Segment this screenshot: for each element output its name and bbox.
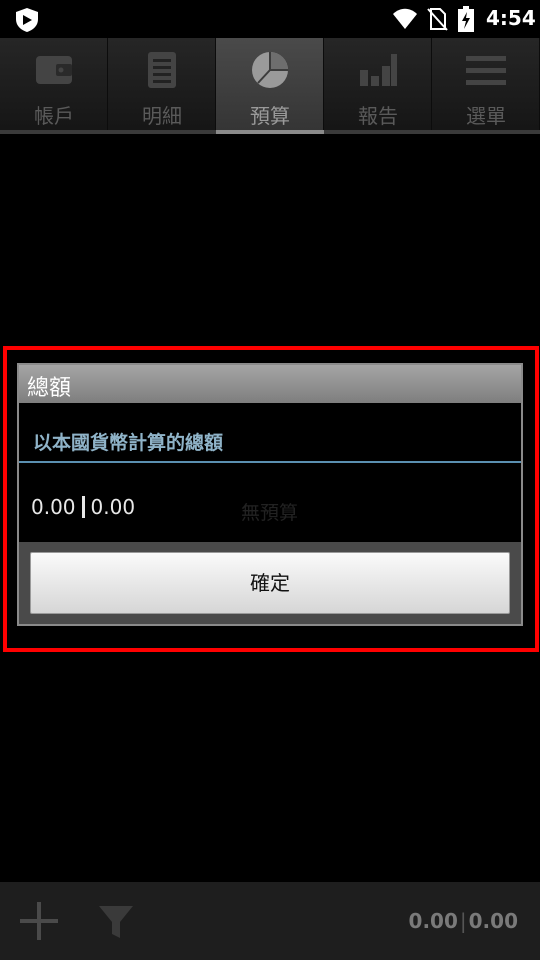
tab-label: 預算: [250, 104, 290, 128]
value-separator: [81, 496, 85, 518]
pie-chart-icon: [252, 52, 288, 88]
bottom-total: 0.00 | 0.00: [409, 909, 518, 933]
dialog-title: 總額: [27, 376, 72, 401]
dialog-divider: [19, 461, 521, 463]
total-right-value: 0.00: [90, 495, 136, 519]
tab-bar: 帳戶 明細 預算 報告 選單: [0, 38, 540, 134]
dialog-header: 總額: [19, 365, 521, 403]
totals-dialog: 總額 以本國貨幣計算的總額 無預算 0.00 0.00 確定: [17, 363, 523, 626]
bottom-total-left: 0.00: [408, 909, 458, 933]
dialog-subtitle: 以本國貨幣計算的總額: [33, 432, 224, 454]
add-icon[interactable]: [20, 902, 58, 940]
tab-budget[interactable]: 預算: [216, 38, 324, 134]
tab-label: 選單: [466, 104, 506, 128]
bottom-bar: 0.00 | 0.00: [0, 882, 540, 960]
status-bar: 4:54: [0, 0, 540, 38]
tab-underline: [0, 130, 108, 134]
filter-icon[interactable]: [98, 904, 134, 940]
bottom-total-separator: |: [459, 909, 467, 933]
bottom-total-right: 0.00: [468, 909, 518, 933]
bar-chart-icon: [360, 54, 397, 86]
tab-accounts[interactable]: 帳戶: [0, 38, 108, 134]
tab-label: 帳戶: [34, 104, 74, 128]
confirm-button[interactable]: 確定: [30, 552, 510, 614]
tab-underline: [324, 130, 432, 134]
dialog-footer: 確定: [19, 542, 521, 624]
tab-underline: [108, 130, 216, 134]
document-list-icon: [148, 52, 176, 88]
tab-details[interactable]: 明細: [108, 38, 216, 134]
status-time: 4:54: [486, 6, 536, 30]
tab-reports[interactable]: 報告: [324, 38, 432, 134]
totals-value: 0.00 0.00: [31, 495, 135, 519]
no-budget-text: 無預算: [241, 502, 299, 524]
menu-icon: [466, 56, 506, 85]
tab-label: 報告: [358, 104, 398, 128]
tab-menu[interactable]: 選單: [432, 38, 540, 134]
shield-icon: [16, 8, 38, 32]
no-sim-icon: [427, 8, 448, 31]
wallet-icon: [36, 56, 72, 84]
battery-charging-icon: [458, 6, 474, 32]
total-left-value: 0.00: [31, 495, 76, 519]
wifi-icon: [393, 8, 417, 29]
tab-underline: [216, 130, 324, 134]
tab-label: 明細: [142, 104, 182, 128]
tab-underline: [432, 130, 540, 134]
